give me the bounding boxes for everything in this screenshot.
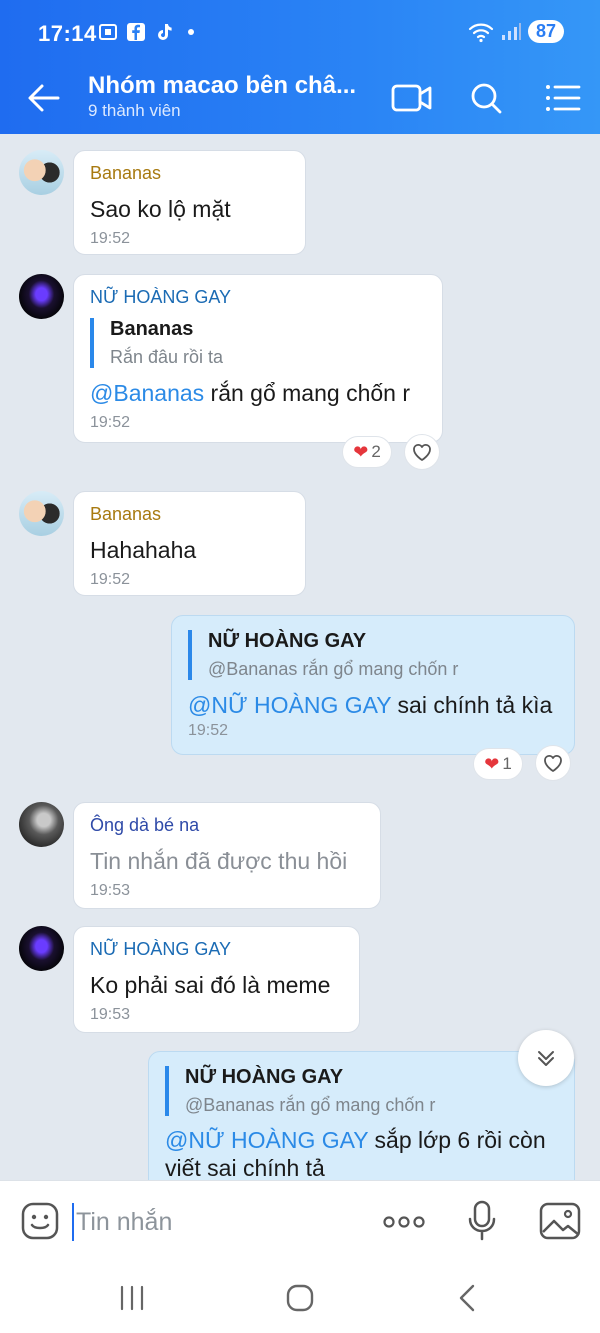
message-text: @NỮ HOÀNG GAY sắp lớp 6 rồi còn viết sai… xyxy=(165,1126,558,1180)
message-time: 19:53 xyxy=(90,882,131,899)
message-text: Sao ko lộ mặt xyxy=(90,196,231,222)
quote-text: Rắn đâu rồi ta xyxy=(110,347,224,367)
sender-name: Bananas xyxy=(90,163,162,183)
reaction-count[interactable]: ❤ 1 xyxy=(473,748,523,780)
message-text: Ko phải sai đó là meme xyxy=(90,972,331,998)
avatar[interactable] xyxy=(19,150,64,195)
tiktok-icon xyxy=(158,24,172,40)
back-arrow-icon[interactable] xyxy=(24,80,64,116)
scroll-to-bottom-button[interactable] xyxy=(518,1030,574,1086)
status-time: 17:14 xyxy=(38,21,97,46)
message-body: rắn gổ mang chốn r xyxy=(204,380,410,406)
message-text: Hahahaha xyxy=(90,537,197,563)
message-input[interactable] xyxy=(72,1203,368,1241)
message-bubble[interactable]: Bananas Hahahaha 19:52 xyxy=(73,491,306,596)
mention-link[interactable]: @Bananas xyxy=(90,380,204,406)
message-list[interactable]: Bananas Sao ko lộ mặt 19:52 NỮ HOÀNG GAY… xyxy=(0,134,600,1180)
facebook-icon xyxy=(127,23,145,41)
notification-dot xyxy=(188,29,194,35)
home-icon[interactable] xyxy=(280,1280,320,1316)
message-text: @Bananas rắn gổ mang chốn r xyxy=(90,378,426,408)
message-bubble[interactable]: Bananas Sao ko lộ mặt 19:52 xyxy=(73,150,306,255)
image-gallery-icon[interactable] xyxy=(538,1201,582,1241)
heart-outline-icon xyxy=(413,443,431,461)
signal-icon xyxy=(501,22,521,40)
message-time: 19:52 xyxy=(188,722,229,739)
avatar[interactable] xyxy=(19,802,64,847)
quoted-message[interactable]: NỮ HOÀNG GAY @Bananas rắn gổ mang chốn r xyxy=(165,1066,558,1116)
sender-name: Bananas xyxy=(90,504,162,524)
nav-back-icon[interactable] xyxy=(448,1280,488,1316)
message-time: 19:52 xyxy=(90,414,131,431)
battery-indicator: 87 xyxy=(527,20,564,43)
sender-name: NỮ HOÀNG GAY xyxy=(90,287,232,307)
search-icon[interactable] xyxy=(464,78,508,118)
message-bubble[interactable]: NỮ HOÀNG GAY Ko phải sai đó là meme 19:5… xyxy=(73,926,360,1033)
message-bubble[interactable]: Ông dà bé na Tin nhắn đã được thu hồi 19… xyxy=(73,802,381,909)
message-bubble[interactable]: NỮ HOÀNG GAY Bananas Rắn đâu rồi ta @Ban… xyxy=(73,274,443,443)
quote-text: @Bananas rắn gổ mang chốn r xyxy=(208,659,459,679)
recalled-message-text: Tin nhắn đã được thu hồi xyxy=(90,848,348,874)
recent-apps-icon[interactable] xyxy=(112,1280,152,1316)
message-time: 19:52 xyxy=(90,230,131,247)
chat-title[interactable]: Nhóm macao bên châ... xyxy=(88,72,356,100)
avatar[interactable] xyxy=(19,491,64,536)
message-text: @NỮ HOÀNG GAY sai chính tả kìa xyxy=(188,690,558,720)
quote-author: NỮ HOÀNG GAY xyxy=(208,630,367,652)
video-call-icon[interactable] xyxy=(390,78,434,118)
mention-link[interactable]: @NỮ HOÀNG GAY xyxy=(165,1127,368,1153)
microphone-icon[interactable] xyxy=(466,1199,498,1243)
my-message-bubble[interactable]: NỮ HOÀNG GAY @Bananas rắn gổ mang chốn r… xyxy=(171,615,575,755)
status-notification-icons xyxy=(98,22,194,42)
chat-header: 17:14 87 Nhóm macao bên châ... 9 thành v… xyxy=(0,0,600,134)
sender-name: NỮ HOÀNG GAY xyxy=(90,939,232,959)
reaction-number: 1 xyxy=(502,754,512,773)
member-count[interactable]: 9 thành viên xyxy=(88,101,181,121)
emoji-sticker-icon[interactable] xyxy=(20,1201,60,1241)
react-heart-button[interactable] xyxy=(535,745,571,781)
reaction-count[interactable]: ❤ 2 xyxy=(342,436,392,468)
avatar[interactable] xyxy=(19,926,64,971)
quoted-message[interactable]: Bananas Rắn đâu rồi ta xyxy=(90,318,426,368)
quote-author: Bananas xyxy=(110,318,194,340)
quote-author: NỮ HOÀNG GAY xyxy=(185,1066,344,1088)
react-heart-button[interactable] xyxy=(404,434,440,470)
sender-name: Ông dà bé na xyxy=(90,815,200,835)
more-options-icon[interactable] xyxy=(382,1207,426,1237)
status-right-icons: 87 xyxy=(468,20,564,43)
mention-link[interactable]: @NỮ HOÀNG GAY xyxy=(188,692,391,718)
heart-outline-icon xyxy=(544,754,562,772)
menu-list-icon[interactable] xyxy=(540,78,584,118)
heart-filled-icon: ❤ xyxy=(353,441,369,462)
screenshot-icon xyxy=(99,24,117,40)
avatar[interactable] xyxy=(19,274,64,319)
status-bar: 17:14 87 xyxy=(0,0,600,70)
wifi-icon xyxy=(468,23,494,42)
message-composer xyxy=(0,1180,600,1263)
quote-text: @Bananas rắn gổ mang chốn r xyxy=(185,1095,436,1115)
quoted-message[interactable]: NỮ HOÀNG GAY @Bananas rắn gổ mang chốn r xyxy=(188,630,558,680)
double-chevron-down-icon xyxy=(538,1051,554,1066)
message-time: 19:52 xyxy=(90,571,131,588)
message-body: sai chính tả kìa xyxy=(391,692,553,718)
message-time: 19:53 xyxy=(90,1006,131,1023)
my-message-bubble[interactable]: NỮ HOÀNG GAY @Bananas rắn gổ mang chốn r… xyxy=(148,1051,575,1180)
reaction-number: 2 xyxy=(371,442,381,461)
heart-filled-icon: ❤ xyxy=(484,753,500,774)
system-navigation-bar xyxy=(0,1262,600,1333)
